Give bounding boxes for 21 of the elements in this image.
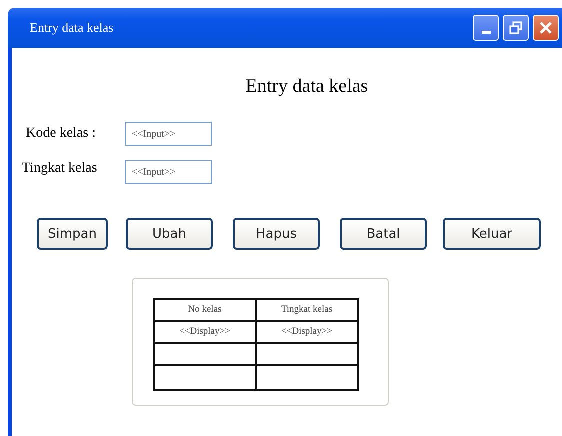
minimize-icon [482, 30, 490, 34]
action-button[interactable]: Ubah [126, 218, 213, 250]
close-icon [539, 21, 553, 35]
input-field[interactable]: <<Input>> [125, 122, 212, 146]
column-header: Tingkat kelas [256, 299, 358, 321]
restore-button[interactable] [503, 15, 529, 41]
action-button[interactable]: Simpan [37, 218, 108, 250]
column-header: No kelas [154, 299, 256, 321]
table-cell: <<Display>> [154, 321, 256, 343]
field-label: Kode kelas : [26, 126, 97, 142]
minimize-button[interactable] [473, 15, 499, 41]
field-label: Tingkat kelas [22, 161, 98, 177]
input-field[interactable]: <<Input>> [125, 160, 212, 184]
action-button[interactable]: Batal [340, 218, 427, 250]
action-button[interactable]: Hapus [233, 218, 320, 250]
close-button[interactable] [533, 15, 559, 41]
restore-icon [509, 21, 523, 35]
window-title: Entry data kelas [30, 20, 114, 36]
form-heading: Entry data kelas [244, 76, 370, 98]
table-cell: <<Display>> [256, 321, 358, 343]
action-button[interactable]: Keluar [443, 218, 541, 250]
